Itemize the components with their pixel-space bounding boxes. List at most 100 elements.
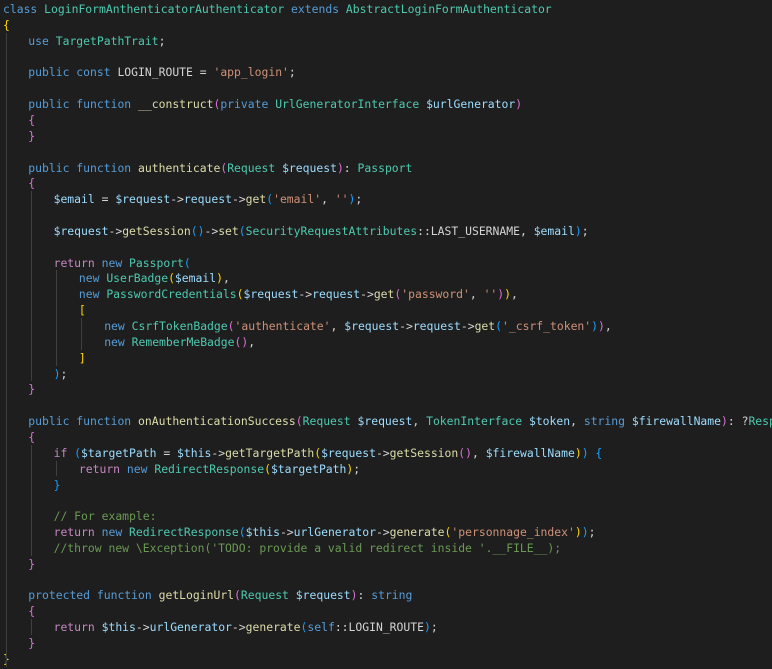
code-token: LOGIN_ROUTE = <box>117 65 214 80</box>
code-token: __construct <box>138 97 214 112</box>
code-token: new <box>101 255 130 270</box>
code-token: ( <box>234 588 241 603</box>
code-line[interactable]: public const LOGIN_ROUTE = 'app_login'; <box>3 64 296 80</box>
code-token: SecurityRequestAttributes <box>245 223 418 238</box>
code-line[interactable]: use TargetPathTrait; <box>3 33 165 49</box>
code-line[interactable]: { <box>3 603 35 619</box>
code-token: } <box>28 382 36 397</box>
code-token: PasswordCredentials <box>106 287 237 302</box>
code-token: 'email' <box>273 192 322 207</box>
code-token: onAuthenticationSuccess <box>138 414 296 429</box>
code-line[interactable]: } <box>3 381 35 397</box>
code-token: generate <box>245 620 301 635</box>
code-token: ( <box>238 525 246 540</box>
code-token: '' <box>334 192 349 207</box>
code-line[interactable]: { <box>3 175 35 191</box>
code-line[interactable]: protected function getLoginUrl(Request $… <box>3 587 412 603</box>
code-token: $request <box>53 223 109 238</box>
code-line[interactable]: ] <box>3 350 86 366</box>
code-token: , <box>330 319 345 333</box>
code-token: urlGenerator <box>149 620 232 635</box>
code-line[interactable]: public function authenticate(Request $re… <box>3 160 412 176</box>
code-token: ( <box>183 255 191 270</box>
code-token: -> <box>231 192 246 207</box>
code-token: // For example: <box>53 509 157 524</box>
code-token: -> <box>460 319 475 333</box>
code-token: ) <box>581 525 589 540</box>
code-token: } <box>28 556 36 571</box>
code-token: Request <box>227 160 283 175</box>
code-line[interactable]: new RememberMeBadge(), <box>3 334 255 350</box>
code-line[interactable]: public function __construct(private UrlG… <box>3 96 522 112</box>
code-token: $request <box>295 588 351 603</box>
code-token: -> <box>108 223 123 238</box>
code-token: ; <box>588 525 596 540</box>
code-token: 'password' <box>401 287 470 302</box>
code-token: ; <box>288 65 296 80</box>
code-token: $request <box>321 445 376 460</box>
code-token: , <box>412 414 427 429</box>
code-token: request <box>312 287 361 302</box>
code-line[interactable]: { <box>3 17 10 33</box>
code-token: $email <box>533 223 575 238</box>
code-line[interactable]: new PasswordCredentials($request->reques… <box>3 286 518 302</box>
code-token: Passport <box>357 160 413 175</box>
code-token: { <box>28 604 36 619</box>
code-token: RedirectResponse <box>154 461 265 476</box>
code-line[interactable]: public function onAuthenticationSuccess(… <box>3 413 772 429</box>
code-token: getTargetPath <box>225 445 315 460</box>
code-token: '' <box>483 287 498 302</box>
code-token: $request <box>344 319 400 333</box>
code-line[interactable]: return new RedirectResponse($this->urlGe… <box>3 524 596 540</box>
code-line[interactable]: { <box>3 429 35 445</box>
code-token: $firewallName <box>631 414 722 429</box>
code-token: () <box>190 223 205 238</box>
code-line[interactable]: new UserBadge($email), <box>3 270 230 286</box>
code-token: self <box>307 620 335 635</box>
code-token: getSession <box>389 445 459 460</box>
code-token: , <box>321 192 335 207</box>
code-token: -> <box>170 192 184 207</box>
code-line[interactable]: if ($targetPath = $this->getTargetPath($… <box>3 445 603 461</box>
code-line[interactable]: [ <box>3 302 86 318</box>
code-token: ) <box>423 620 431 635</box>
code-editor[interactable]: class LoginFormAnthenticatorAuthenticato… <box>0 0 772 669</box>
code-token: TokenInterface <box>426 414 529 429</box>
code-line[interactable]: // For example: <box>3 508 157 524</box>
code-token: $request <box>243 287 299 302</box>
code-token: ; <box>158 33 166 48</box>
code-token: TargetPathTrait <box>55 33 159 48</box>
code-line[interactable]: $request->getSession()->set(SecurityRequ… <box>3 223 589 239</box>
code-token: Request <box>240 588 296 603</box>
code-token: ) { <box>581 445 603 460</box>
code-line[interactable]: return $this->urlGenerator->generate(sel… <box>3 619 438 635</box>
code-token: new <box>101 525 130 540</box>
code-token: new <box>78 271 107 286</box>
code-token: ( <box>74 445 82 460</box>
code-token: string <box>583 414 632 429</box>
code-token: ; <box>355 192 363 207</box>
code-line[interactable]: $email = $request->request->get('email',… <box>3 191 363 207</box>
code-line[interactable]: } <box>3 128 35 144</box>
code-line[interactable]: class LoginFormAnthenticatorAuthenticato… <box>3 1 552 17</box>
code-line[interactable]: //throw new \Exception('TODO: provide a … <box>3 540 561 556</box>
code-line[interactable]: { <box>3 112 35 128</box>
code-token: $request <box>357 414 413 429</box>
code-token: } <box>28 128 36 143</box>
code-token: if <box>53 445 75 460</box>
code-token: AbstractLoginFormAuthenticator <box>345 2 552 16</box>
code-token: urlGenerator <box>293 525 376 540</box>
code-line[interactable]: new CsrfTokenBadge('authenticate', $requ… <box>3 318 612 334</box>
code-token: ( <box>227 319 235 333</box>
code-token: -> <box>360 287 374 302</box>
code-line[interactable]: } <box>3 556 35 572</box>
code-line[interactable]: } <box>3 635 35 651</box>
indent-guide <box>56 270 57 366</box>
code-token: public function <box>28 97 139 112</box>
code-token: ( <box>168 271 175 286</box>
code-token: { <box>28 112 36 127</box>
indent-guide <box>81 318 82 350</box>
code-line[interactable]: ); <box>3 366 68 382</box>
code-token: return <box>78 461 127 476</box>
code-token: -> <box>298 287 313 302</box>
